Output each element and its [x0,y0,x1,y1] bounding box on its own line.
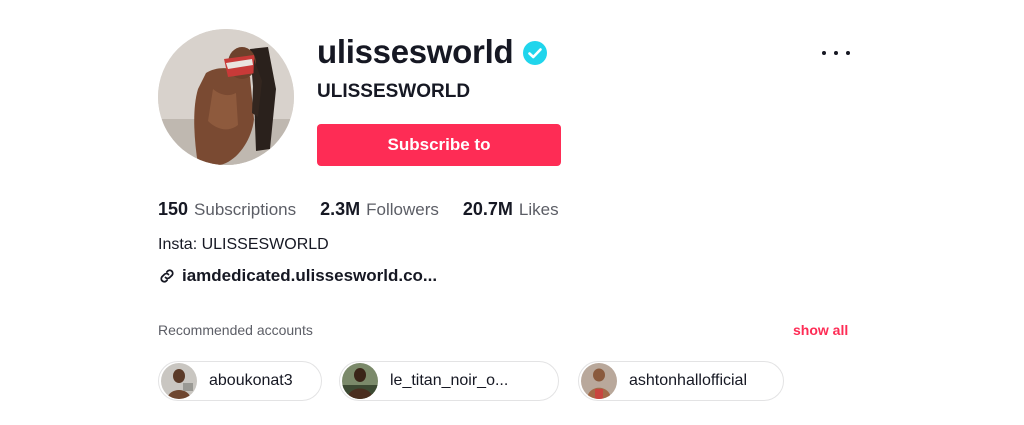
followers-count: 2.3M [320,199,361,219]
account-name: ashtonhallofficial [629,372,748,389]
nickname: ULISSESWORLD [317,81,471,102]
likes-label: Likes [518,200,559,219]
followers-label: Followers [366,200,439,219]
stat-followers[interactable]: 2.3M Followers [320,197,439,222]
subscribe-button[interactable]: Subscribe to [317,124,561,166]
subscriptions-count: 150 [158,199,189,219]
account-avatar [161,363,197,399]
bio-link[interactable]: iamdedicated.ulissesworld.co... [158,266,437,286]
stat-likes: 20.7M Likes [463,197,559,222]
profile-stats: 150 Subscriptions 2.3M Followers 20.7M L… [158,197,583,222]
show-all-link[interactable]: show all [793,321,848,339]
recommended-account-chip[interactable]: aboukonat3 [158,361,322,401]
recommended-title: Recommended accounts [158,322,313,338]
bio-link-text: iamdedicated.ulissesworld.co... [182,266,438,285]
profile-photo [158,29,294,165]
recommended-account-chip[interactable]: ashtonhallofficial [578,361,784,401]
account-avatar [342,363,378,399]
link-icon [160,269,174,283]
username: ulissesworld [317,33,514,70]
account-name: aboukonat3 [209,372,293,389]
profile-avatar[interactable] [158,29,294,165]
account-name: le_titan_noir_o... [390,372,509,389]
bio-text: Insta: ULISSESWORLD [158,236,329,253]
stat-subscriptions[interactable]: 150 Subscriptions [158,197,296,222]
subscriptions-label: Subscriptions [194,200,297,219]
username-row: ulissesworld [317,30,548,74]
dot [834,51,838,55]
more-options-icon[interactable] [822,42,850,64]
account-avatar [581,363,617,399]
verified-badge-icon [523,41,548,65]
dot [846,51,850,55]
likes-count: 20.7M [462,199,513,219]
recommended-account-chip[interactable]: le_titan_noir_o... [339,361,559,401]
dot [822,51,826,55]
